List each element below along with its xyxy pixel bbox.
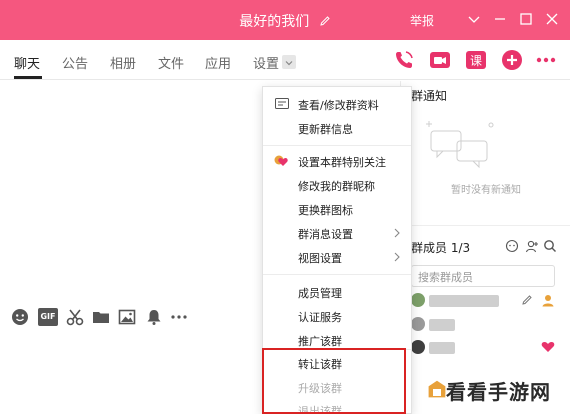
- members-title: 群成员 1/3: [411, 241, 471, 255]
- member-name-redacted: [429, 295, 499, 307]
- maximize-icon[interactable]: [518, 11, 534, 27]
- avatar: [411, 340, 425, 354]
- tab-bar: 聊天 公告 相册 文件 应用 设置 课: [0, 40, 570, 80]
- watermark-logo: [427, 379, 447, 399]
- classroom-icon[interactable]: 课: [464, 48, 488, 72]
- notice-empty-text: 暂时没有新通知: [451, 185, 521, 196]
- menu-item-special-follow[interactable]: 设置本群特别关注: [298, 154, 386, 170]
- svg-text:课: 课: [470, 54, 482, 68]
- highlight-box: [262, 348, 406, 414]
- tab-files[interactable]: 文件: [158, 53, 184, 72]
- chevron-down-icon[interactable]: [466, 11, 482, 27]
- tab-settings[interactable]: 设置: [253, 53, 279, 72]
- scissors-icon[interactable]: [66, 308, 84, 326]
- search-icon[interactable]: [543, 239, 557, 253]
- chevron-right-icon: [394, 228, 400, 238]
- window-title: 最好的我们: [239, 14, 310, 30]
- edit-title-icon[interactable]: [319, 15, 331, 27]
- window-title-wrap: 最好的我们: [0, 11, 570, 31]
- empty-notice-illustration: [426, 121, 494, 169]
- heart-icon: [541, 342, 555, 352]
- owner-icon: [542, 295, 554, 307]
- menu-item-certification[interactable]: 认证服务: [298, 309, 342, 325]
- tab-album[interactable]: 相册: [110, 53, 136, 72]
- tab-announcement[interactable]: 公告: [62, 53, 88, 72]
- chevron-right-icon: [394, 252, 400, 262]
- divider: [401, 225, 570, 226]
- image-icon[interactable]: [118, 308, 136, 326]
- watermark-text: 看看手游网: [446, 380, 551, 404]
- add-member-icon[interactable]: [525, 239, 539, 253]
- menu-item-edit-my-nickname[interactable]: 修改我的群昵称: [298, 178, 375, 194]
- video-call-icon[interactable]: [428, 48, 452, 72]
- menu-item-change-group-icon[interactable]: 更换群图标: [298, 202, 353, 218]
- title-bar: 最好的我们 举报: [0, 0, 570, 40]
- notice-title: 群通知: [411, 89, 448, 103]
- more-icon[interactable]: [534, 48, 558, 72]
- member-search-input[interactable]: 搜索群成员: [411, 265, 555, 287]
- edit-icon[interactable]: [521, 294, 533, 306]
- tab-chat[interactable]: 聊天: [14, 53, 40, 72]
- menu-item-promote-group[interactable]: 推广该群: [298, 333, 342, 349]
- close-icon[interactable]: [544, 11, 560, 27]
- menu-item-update-group-info[interactable]: 更新群信息: [298, 121, 353, 137]
- add-icon[interactable]: [500, 48, 524, 72]
- chevron-down-icon: [285, 61, 293, 66]
- folder-icon[interactable]: [92, 308, 110, 326]
- gif-icon[interactable]: GIF: [38, 308, 58, 326]
- bell-icon[interactable]: [145, 308, 163, 326]
- member-name-redacted: [429, 342, 455, 354]
- member-row[interactable]: [411, 317, 561, 335]
- right-panel: 群通知 暂时没有新通知 群成员 1/3 搜索群成员: [400, 81, 570, 414]
- menu-item-view-settings[interactable]: 视图设置: [298, 250, 342, 266]
- settings-dropdown-button[interactable]: [282, 55, 296, 69]
- avatar: [411, 317, 425, 331]
- minimize-icon[interactable]: [492, 11, 508, 27]
- group-icon[interactable]: [505, 239, 519, 253]
- menu-item-message-settings[interactable]: 群消息设置: [298, 226, 353, 242]
- menu-divider: [263, 145, 411, 146]
- profile-card-icon: [275, 98, 289, 109]
- menu-divider: [263, 274, 411, 275]
- tab-apps[interactable]: 应用: [205, 53, 231, 72]
- menu-item-member-management[interactable]: 成员管理: [298, 285, 342, 301]
- report-button[interactable]: 举报: [410, 12, 434, 29]
- voice-call-icon[interactable]: [392, 48, 416, 72]
- more-tools-icon[interactable]: [170, 308, 188, 326]
- avatar: [411, 293, 425, 307]
- active-tab-indicator: [14, 76, 42, 79]
- member-row[interactable]: [411, 340, 561, 358]
- emoji-icon[interactable]: [11, 308, 29, 326]
- special-follow-icon: [274, 155, 288, 166]
- menu-item-view-edit-group-info[interactable]: 查看/修改群资料: [298, 97, 379, 113]
- member-row[interactable]: [411, 293, 561, 311]
- member-name-redacted: [429, 319, 455, 331]
